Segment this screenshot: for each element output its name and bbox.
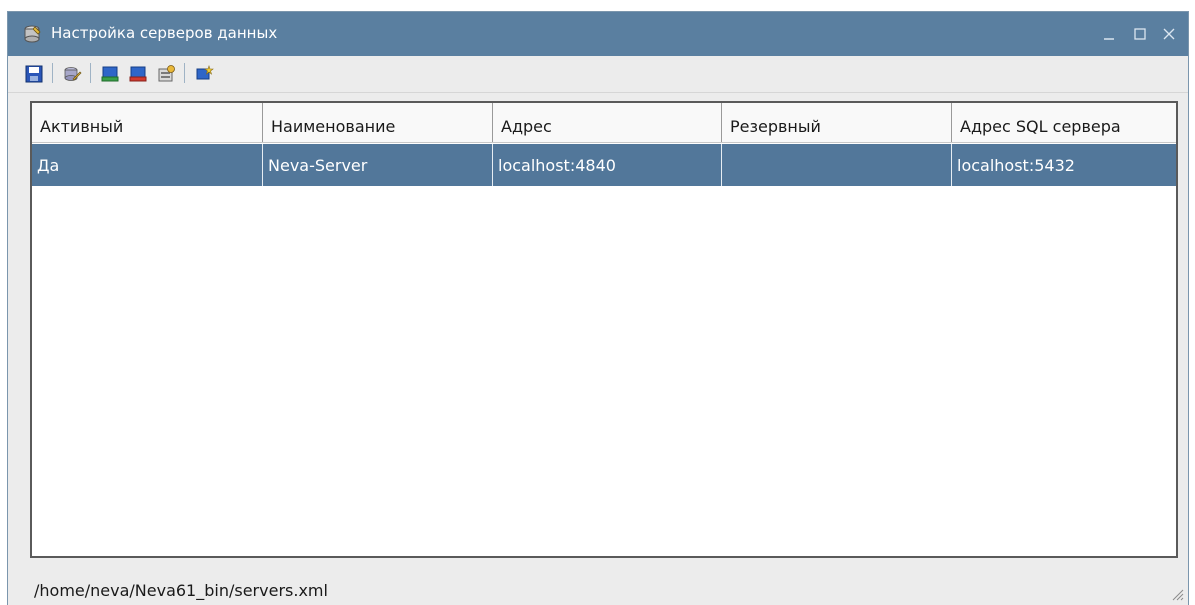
servers-table[interactable]: Активный Наименование Адрес Резервный Ад… [30,101,1178,558]
edit-icon [64,67,82,81]
add-server-button[interactable] [98,62,122,86]
table-row[interactable]: Да Neva-Server localhost:4840 localhost:… [32,144,1176,186]
close-icon [1163,28,1175,40]
table-header: Активный Наименование Адрес Резервный Ад… [32,103,1176,143]
edit-button[interactable] [60,62,84,86]
column-header-name[interactable]: Наименование [263,103,493,142]
cell-reserve[interactable] [722,144,952,186]
toolbar-separator [90,63,91,83]
column-header-sql-address[interactable]: Адрес SQL сервера [952,103,1176,142]
server-settings-window: Настройка серверов данных Активный Наиме… [8,12,1188,605]
new-server-icon [196,65,214,80]
remove-server-icon [129,66,147,82]
title-bar[interactable]: Настройка серверов данных [8,12,1188,56]
column-header-address[interactable]: Адрес [493,103,722,142]
save-button[interactable] [22,62,46,86]
cell-address[interactable]: localhost:4840 [493,144,722,186]
cell-active[interactable]: Да [32,144,263,186]
toolbar [8,56,1188,93]
cell-name[interactable]: Neva-Server [263,144,493,186]
close-button[interactable] [1158,23,1180,45]
server-properties-button[interactable] [154,62,178,86]
minimize-icon [1104,38,1114,40]
maximize-button[interactable] [1129,23,1151,45]
resize-grip-icon[interactable] [1168,585,1184,601]
toolbar-separator [184,63,185,83]
maximize-icon [1134,28,1146,40]
column-header-reserve[interactable]: Резервный [722,103,952,142]
server-properties-icon [158,65,175,82]
cell-sql-address[interactable]: localhost:5432 [952,144,1176,186]
toolbar-separator [52,63,53,83]
new-server-button[interactable] [192,62,216,86]
status-bar-path: /home/neva/Neva61_bin/servers.xml [34,581,328,600]
remove-server-button[interactable] [126,62,150,86]
app-icon [22,24,42,44]
save-icon [25,65,43,83]
column-header-active[interactable]: Активный [32,103,263,142]
add-server-icon [101,66,119,82]
window-title: Настройка серверов данных [51,24,278,42]
minimize-button[interactable] [1098,23,1120,45]
